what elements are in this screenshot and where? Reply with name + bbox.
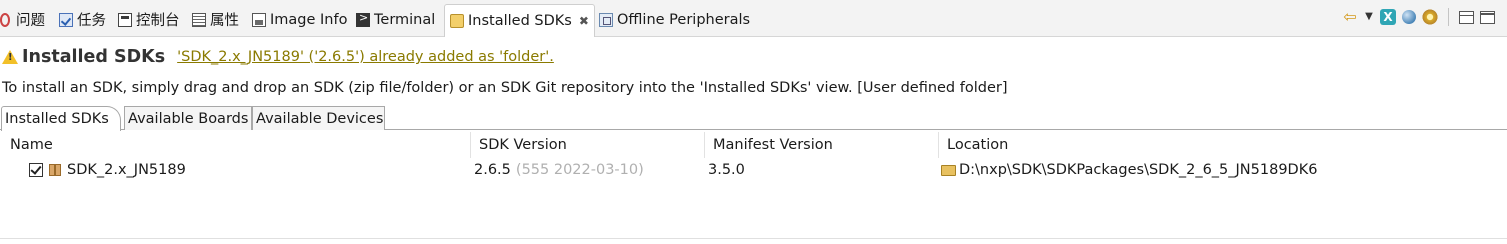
- divider: [0, 238, 1507, 239]
- error-markers-icon: [0, 12, 10, 27]
- tab-available-devices[interactable]: Available Devices: [252, 106, 385, 130]
- tab-offline-peripherals[interactable]: Offline Peripherals: [599, 6, 750, 33]
- tab-terminal[interactable]: Terminal: [356, 6, 435, 33]
- tab-image-info[interactable]: Image Info: [252, 6, 347, 33]
- close-icon[interactable]: ✖: [579, 14, 589, 28]
- tab-properties[interactable]: 属性: [192, 6, 239, 33]
- tab-label: Image Info: [270, 11, 348, 28]
- tasks-icon: [59, 12, 73, 27]
- view-title: Installed SDKs: [22, 47, 166, 67]
- tab-label: 问题: [16, 13, 45, 29]
- x-icon[interactable]: X: [1380, 9, 1396, 25]
- globe-icon[interactable]: [1402, 10, 1416, 24]
- sdk-name: SDK_2.x_JN5189: [67, 162, 186, 178]
- tab-label: Installed SDKs: [468, 13, 572, 29]
- view-tab-bar: 问题 任务 控制台 属性 Image Info Terminal Install…: [0, 0, 1507, 37]
- manifest-version-cell: 3.5.0: [708, 158, 745, 182]
- sdk-icon: [450, 14, 464, 28]
- sdk-version: 2.6.5: [474, 162, 511, 178]
- sdk-version-cell: 2.6.5 (555 2022-03-10): [474, 158, 644, 182]
- tab-installed-sdks[interactable]: Installed SDKs ✖: [444, 4, 595, 37]
- tab-tasks[interactable]: 任务: [59, 6, 106, 33]
- tab-console[interactable]: 控制台: [118, 6, 180, 33]
- console-icon: [118, 12, 132, 27]
- minimize-icon[interactable]: [1459, 10, 1474, 24]
- tab-label: 属性: [210, 13, 239, 29]
- tab-label: 任务: [77, 13, 106, 29]
- column-header-manifest-version[interactable]: Manifest Version: [704, 132, 938, 158]
- sdk-location: D:\nxp\SDK\SDKPackages\SDK_2_6_5_JN5189D…: [959, 162, 1318, 178]
- folder-icon: [941, 164, 956, 176]
- chevron-down-icon[interactable]: ▼: [1364, 9, 1374, 25]
- column-header-location[interactable]: Location: [938, 132, 1507, 158]
- sdk-version-detail: (555 2022-03-10): [515, 162, 644, 178]
- status-message-link[interactable]: 'SDK_2.x_JN5189' ('2.6.5') already added…: [177, 49, 554, 65]
- name-cell: SDK_2.x_JN5189: [29, 158, 186, 182]
- package-icon: [49, 164, 61, 176]
- image-info-icon: [252, 12, 266, 27]
- table-row[interactable]: SDK_2.x_JN5189 2.6.5 (555 2022-03-10) 3.…: [0, 158, 1507, 182]
- peripherals-icon: [599, 12, 613, 27]
- tab-label: Terminal: [374, 11, 436, 28]
- column-header-name[interactable]: Name: [2, 132, 470, 158]
- maximize-icon[interactable]: [1480, 10, 1495, 24]
- tab-installed-sdks-inner[interactable]: Installed SDKs: [1, 106, 121, 131]
- back-arrow-icon[interactable]: ⇦: [1342, 9, 1358, 25]
- table-header: Name SDK Version Manifest Version Locati…: [0, 132, 1507, 158]
- column-header-sdk-version[interactable]: SDK Version: [470, 132, 704, 158]
- gear-icon[interactable]: [1422, 9, 1438, 25]
- sdk-checkbox[interactable]: [29, 163, 43, 177]
- terminal-icon: [356, 11, 370, 27]
- tab-available-boards[interactable]: Available Boards: [124, 106, 252, 130]
- warning-icon: [2, 50, 18, 64]
- tab-label: 控制台: [136, 13, 180, 29]
- inner-tab-bar: Installed SDKs Available Boards Availabl…: [0, 105, 1507, 131]
- toolbar-divider: [1448, 8, 1449, 26]
- view-header: Installed SDKs 'SDK_2.x_JN5189' ('2.6.5'…: [2, 44, 554, 70]
- manifest-version: 3.5.0: [708, 162, 745, 178]
- install-hint-text: To install an SDK, simply drag and drop …: [2, 80, 1008, 96]
- tab-label: Offline Peripherals: [617, 11, 751, 28]
- view-toolbar: ⇦ ▼ X: [1342, 8, 1495, 26]
- location-cell: D:\nxp\SDK\SDKPackages\SDK_2_6_5_JN5189D…: [941, 158, 1317, 182]
- tab-problems[interactable]: 问题: [16, 6, 45, 33]
- properties-icon: [192, 12, 206, 27]
- tab-error-markers[interactable]: [0, 6, 10, 33]
